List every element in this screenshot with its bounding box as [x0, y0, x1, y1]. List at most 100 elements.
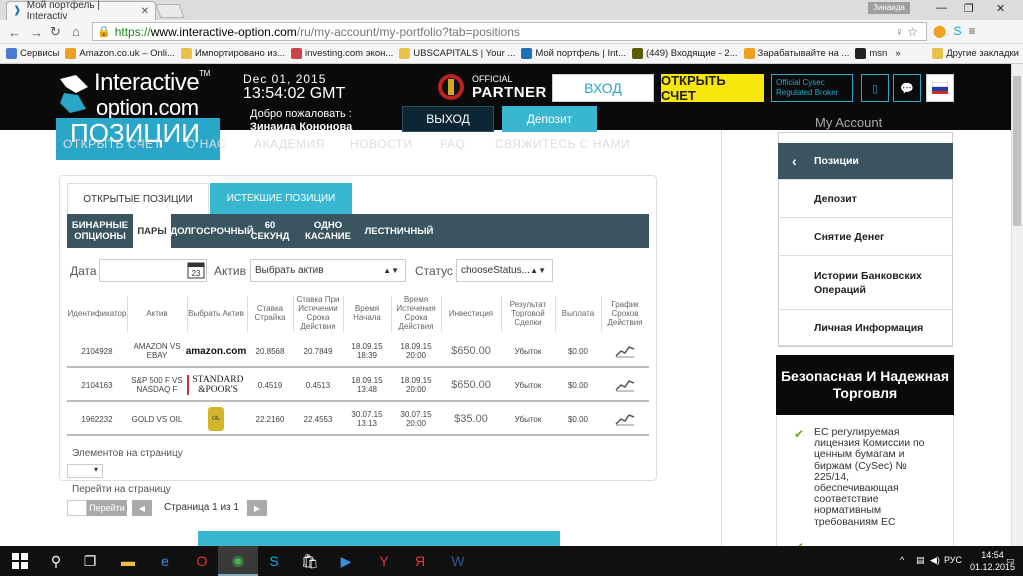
deposit-button[interactable]: Депозит	[502, 106, 597, 132]
bookmark-item[interactable]: Amazon.co.uk – Onli...	[65, 48, 175, 59]
scrollbar-thumb[interactable]	[1013, 76, 1021, 226]
store-icon[interactable]: 🛍	[290, 546, 330, 576]
minimize-icon[interactable]: —	[936, 2, 947, 14]
next-page-button[interactable]: ▶	[247, 500, 267, 516]
media-player-icon[interactable]: ▶	[326, 546, 366, 576]
subtab-item[interactable]: ДОЛГОСРОЧНЫЙ	[170, 214, 253, 248]
chrome-icon[interactable]: ◉	[218, 546, 258, 576]
chart-icon[interactable]	[601, 370, 649, 400]
safe-trading-title: Безопасная И Надежная Торговля	[776, 355, 954, 415]
chat-icon[interactable]: 💬	[893, 74, 921, 102]
open-account-button[interactable]: ОТКРЫТЬ СЧЕТ	[661, 73, 764, 103]
calendar-icon[interactable]: 23	[186, 260, 206, 280]
login-button[interactable]: ВХОД	[552, 74, 654, 102]
word-icon[interactable]: W	[438, 546, 478, 576]
goto-page-button[interactable]: Перейти	[87, 500, 127, 516]
bookmark-label: msn	[869, 48, 888, 59]
new-tab-button[interactable]	[155, 4, 185, 18]
bookmark-item[interactable]: investing.com экон...	[291, 48, 393, 59]
nav-link[interactable]: ОТКРЫТЬ СЧЕТ	[63, 137, 161, 151]
site-logo[interactable]: InteractiveTM option.com	[56, 69, 221, 121]
forward-icon[interactable]: →	[30, 25, 43, 40]
bookmark-item[interactable]: UBSCAPITALS | Your ...	[399, 48, 515, 59]
chart-icon[interactable]	[601, 404, 649, 434]
yandex-icon[interactable]: Я	[400, 546, 440, 576]
per-page-select[interactable]: ▾	[67, 464, 103, 478]
other-bookmarks[interactable]: Другие закладки	[932, 48, 1019, 59]
yandex-browser-icon[interactable]: Y	[364, 546, 404, 576]
sidebar-item[interactable]: Личная Информация	[778, 310, 953, 346]
tray-up-icon[interactable]: ^	[900, 555, 904, 565]
tab-expired-positions[interactable]: ИСТЕКШИЕ ПОЗИЦИИ	[210, 183, 352, 214]
status-select[interactable]: chooseStatus... ▲▼	[456, 259, 553, 282]
chart-icon[interactable]	[601, 336, 649, 366]
bookmark-item[interactable]: Зарабатывайте на ...	[743, 48, 849, 59]
address-bar[interactable]: 🔒 https:// www.interactive-option.com /r…	[92, 22, 927, 41]
language-indicator[interactable]: РУС	[944, 555, 962, 565]
volume-icon[interactable]: ◀)	[930, 555, 940, 566]
bookmark-item[interactable]: (449) Входящие - 2...	[631, 48, 738, 59]
windows-start-icon[interactable]	[0, 546, 40, 576]
mobile-icon[interactable]: ▯	[861, 74, 889, 102]
more-bookmarks-icon[interactable]: »	[895, 48, 900, 59]
subtab-item[interactable]: ОДНО КАСАНИЕ	[296, 214, 360, 248]
maximize-icon[interactable]: ❐	[964, 2, 974, 15]
skype-extension-icon[interactable]: S	[953, 24, 961, 38]
user-name: Зинаида Кононова	[250, 121, 353, 133]
reload-icon[interactable]: ↻	[50, 24, 61, 40]
sidebar-item[interactable]: ‹ Позиции	[778, 143, 953, 180]
cell-expiry: 18.09.15 20:00	[400, 342, 432, 360]
nav-link[interactable]: АКАДЕМИЯ	[254, 137, 325, 151]
task-view-icon[interactable]: ❐	[70, 546, 110, 576]
bookmark-item[interactable]: msn	[855, 48, 887, 59]
profile-badge[interactable]: Зинаида	[868, 2, 910, 14]
close-window-icon[interactable]: ✕	[996, 2, 1005, 15]
asset-logo: STANDARD &POOR'S	[187, 370, 245, 400]
column-header: Идентификатор	[67, 308, 127, 318]
subtab-item[interactable]: ПАРЫ	[133, 214, 171, 248]
notifications-icon[interactable]: ▭	[1006, 555, 1015, 566]
column-header: Время Начала	[353, 304, 381, 322]
back-icon[interactable]: ←	[8, 25, 21, 40]
subtab-item[interactable]: 60 СЕКУНД	[246, 214, 294, 248]
cell-asset: GOLD VS OIL	[131, 414, 183, 424]
cysec-badge[interactable]: Official Cysec Regulated Broker	[771, 74, 853, 102]
nav-link[interactable]: СВЯЖИТЕСЬ С НАМИ	[495, 137, 630, 151]
bookmark-item[interactable]: Импортировано из...	[180, 48, 285, 59]
bookmark-item[interactable]: Сервисы	[6, 48, 59, 59]
subtab-item[interactable]: БИНАРНЫЕ ОПЦИОНЫ	[67, 214, 133, 248]
russian-flag-icon[interactable]	[926, 74, 954, 102]
logout-button[interactable]: ВЫХОД	[402, 106, 494, 132]
sidebar-item[interactable]: Снятие Денег	[778, 218, 953, 256]
bookmark-star-icon[interactable]: ♀ ☆	[895, 25, 918, 39]
column-separator	[441, 296, 442, 332]
cell-invest: $650.00	[451, 378, 491, 391]
nav-link[interactable]: НОВОСТИ	[350, 137, 413, 151]
sidebar-item[interactable]: Депозит	[778, 180, 953, 218]
nav-link[interactable]: FAQ	[440, 137, 466, 151]
tab-open-positions[interactable]: ОТКРЫТЫЕ ПОЗИЦИИ	[67, 183, 209, 214]
opera-icon[interactable]: O	[182, 546, 222, 576]
close-tab-icon[interactable]: ✕	[141, 6, 149, 17]
prev-page-button[interactable]: ◀	[132, 500, 152, 516]
browser-tab[interactable]: ❱ Мой портфель | Interactiv ✕	[6, 0, 156, 22]
bookmark-item[interactable]: Мой портфель | Int...	[521, 48, 626, 59]
sidebar-item[interactable]: Истории Банковских Операций	[778, 256, 953, 310]
subtab-item[interactable]: ЛЕСТНИЧНЫЙ	[362, 214, 436, 248]
extension-icon[interactable]: ⬤	[933, 24, 946, 38]
skype-icon[interactable]: S	[254, 546, 294, 576]
edge-icon[interactable]: e	[145, 546, 185, 576]
cell-expiry-rate: 0.4513	[305, 380, 331, 390]
file-explorer-icon[interactable]: ▬	[108, 546, 148, 576]
home-icon[interactable]: ⌂	[72, 24, 80, 39]
asset-select[interactable]: Выбрать актив ▲▼	[250, 259, 406, 282]
nav-link[interactable]: О НАС	[186, 137, 226, 151]
goto-page-input[interactable]	[67, 500, 87, 516]
cell-start: 18.09.15 13:48	[351, 376, 383, 394]
bookmark-favicon-icon	[631, 48, 643, 59]
network-icon[interactable]: ▤	[916, 555, 925, 566]
club-crest-icon	[438, 74, 464, 100]
asset-logo: OIL	[187, 404, 245, 434]
chrome-menu-icon[interactable]: ≡	[968, 24, 975, 38]
header-time: 13:54:02 GMT	[243, 85, 346, 102]
